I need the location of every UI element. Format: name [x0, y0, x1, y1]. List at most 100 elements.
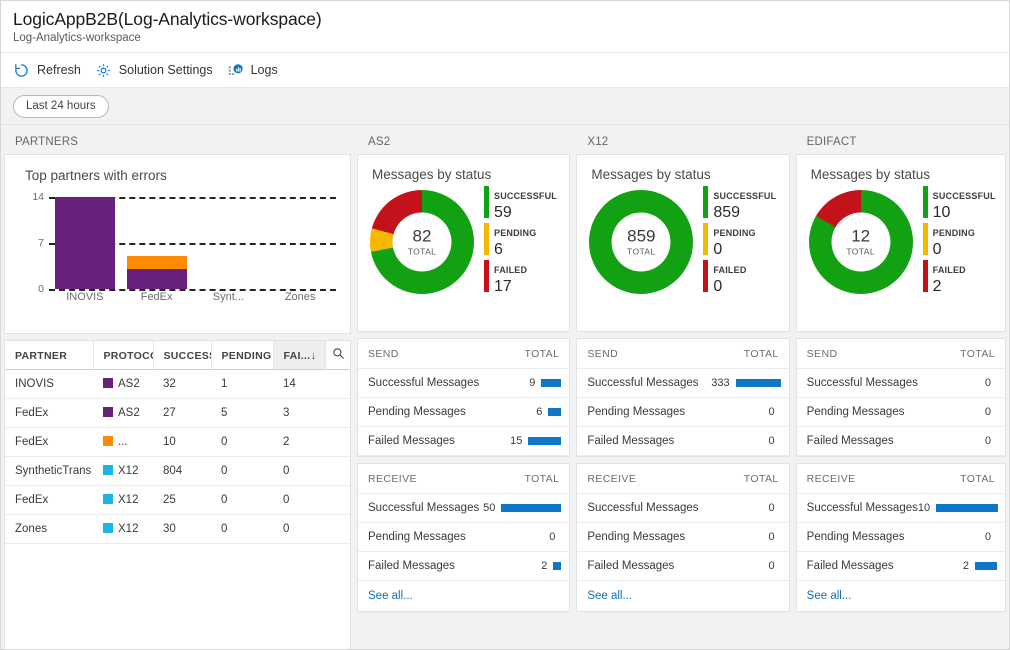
legend-value: 0: [713, 241, 723, 258]
legend-label: PENDING: [494, 228, 537, 238]
x-tick-label: FedEx: [140, 291, 173, 303]
y-axis: 14 7 0: [21, 191, 47, 295]
send-row[interactable]: Failed Messages 0: [577, 427, 789, 456]
metric-value: 0: [768, 406, 775, 418]
bar-slot: [193, 197, 265, 289]
send-row[interactable]: Pending Messages 0: [796, 398, 1005, 427]
cell-failed: 0: [273, 485, 325, 515]
metric-value: 0: [549, 531, 556, 543]
column-header-partner[interactable]: PARTNER: [5, 341, 94, 370]
solution-settings-button[interactable]: Solution Settings: [93, 53, 225, 87]
cell-spacer: [325, 369, 350, 399]
table-search-button[interactable]: [325, 341, 350, 370]
bar-segment-as2: [126, 269, 187, 289]
cell-partner: Zones: [5, 514, 93, 544]
cell-failed: 14: [273, 369, 325, 399]
legend-label: FAILED: [932, 265, 966, 275]
see-all-link[interactable]: See all...: [577, 581, 788, 611]
refresh-button[interactable]: Refresh: [11, 53, 93, 87]
metric-label: Pending Messages: [368, 531, 466, 543]
receive-header: RECEIVE TOTAL: [577, 464, 789, 494]
cell-protocol: X12: [93, 456, 153, 486]
x12-messages-by-status-chart[interactable]: Messages by status 859 TOTAL SUCCESSFUL 859 P…: [576, 154, 790, 332]
table-row[interactable]: FedEx... 10 0 2: [5, 427, 350, 457]
legend-color-bar: [703, 186, 709, 218]
cell-spacer: [325, 485, 350, 515]
metric-value: 0: [768, 531, 775, 543]
legend-color-bar: [922, 260, 928, 292]
send-row[interactable]: Failed Messages 15: [358, 427, 570, 456]
protocol-color-swatch: [103, 436, 113, 446]
as2-messages-by-status-chart[interactable]: Messages by status 82 TOTAL SUCCESSFUL 59 PEN…: [357, 154, 571, 332]
metric-label: Successful Messages: [806, 377, 918, 389]
cell-success: 804: [153, 456, 211, 486]
metric-value: 9: [529, 377, 536, 389]
donut-legend: SUCCESSFUL 10 PENDING 0 FAILED 2: [922, 186, 1005, 297]
table-row[interactable]: FedEx X12 25 0 0: [5, 485, 350, 515]
receive-row[interactable]: Successful Messages 0: [577, 494, 789, 523]
partners-table[interactable]: PARTNER PROTOCOL SUCCESS PENDING FAI...↓: [4, 340, 351, 649]
logs-label: Logs: [250, 63, 278, 77]
column-header-failed[interactable]: FAI... ↓: [273, 341, 326, 370]
x-tick-label: Zones: [284, 291, 316, 303]
receive-row[interactable]: Pending Messages 0: [796, 523, 1005, 552]
cell-protocol: AS2: [93, 369, 153, 399]
see-all-link[interactable]: See all...: [797, 581, 1005, 611]
receive-row[interactable]: Pending Messages 0: [358, 523, 570, 552]
cell-pending: 0: [211, 456, 273, 486]
command-toolbar: Refresh Solution Settings Logs: [1, 53, 1009, 88]
receive-row[interactable]: Failed Messages 2: [358, 552, 570, 581]
as2-column: AS2 Messages by status 82 TOTAL SUCCESSFUL 5…: [354, 127, 573, 649]
table-row[interactable]: INOVIS AS2 32 1 14: [5, 369, 350, 399]
column-header-protocol[interactable]: PROTOCOL: [93, 341, 154, 370]
top-partners-with-errors-chart[interactable]: Top partners with errors 14 7 0 INOVIS F…: [4, 154, 351, 334]
send-header: SEND TOTAL: [358, 339, 570, 369]
receive-row[interactable]: Failed Messages 0: [577, 552, 789, 581]
donut-title: Messages by status: [810, 167, 930, 182]
legend-value: 2: [932, 278, 942, 295]
legend-label: FAILED: [494, 265, 528, 275]
cell-protocol: ...: [93, 427, 153, 457]
donut-title: Messages by status: [372, 167, 492, 182]
receive-row[interactable]: Successful Messages 10: [796, 494, 1005, 523]
legend-value: 17: [494, 278, 512, 295]
receive-row[interactable]: Pending Messages 0: [577, 523, 789, 552]
receive-row[interactable]: Successful Messages 50: [358, 494, 570, 523]
send-row[interactable]: Successful Messages 0: [796, 369, 1005, 398]
send-row[interactable]: Pending Messages 6: [358, 398, 570, 427]
see-all-link[interactable]: See all...: [358, 581, 569, 611]
logs-button[interactable]: Logs: [225, 53, 290, 87]
send-row[interactable]: Successful Messages 333: [577, 369, 789, 398]
send-row[interactable]: Successful Messages 9: [358, 369, 570, 398]
column-header-pending[interactable]: PENDING: [211, 341, 274, 370]
metric-value: 6: [536, 406, 543, 418]
legend-row: SUCCESSFUL 59: [484, 186, 569, 222]
send-row[interactable]: Failed Messages 0: [796, 427, 1005, 456]
legend-color-bar: [922, 186, 928, 218]
table-row[interactable]: FedEx AS2 27 5 3: [5, 398, 350, 428]
protocol-color-swatch: [103, 523, 113, 533]
time-range-filter[interactable]: Last 24 hours: [13, 94, 109, 118]
metric-bar: [501, 504, 562, 512]
cell-protocol: X12: [93, 485, 153, 515]
receive-row[interactable]: Failed Messages 2: [796, 552, 1005, 581]
metric-bar: [975, 562, 997, 570]
table-row[interactable]: SyntheticTrans X12 804 0 0: [5, 456, 350, 486]
donut-legend: SUCCESSFUL 59 PENDING 6 FAILED 17: [484, 186, 569, 297]
column-header-success[interactable]: SUCCESS: [153, 341, 212, 370]
sort-desc-icon: ↓: [310, 349, 317, 362]
send-header: SEND TOTAL: [796, 339, 1005, 369]
legend-label: SUCCESSFUL: [494, 191, 558, 201]
table-row[interactable]: Zones X12 30 0 0: [5, 514, 350, 544]
cell-spacer: [325, 427, 350, 457]
metric-bar: [735, 379, 781, 387]
bar-segment-as2: [54, 197, 115, 289]
y-tick: 0: [38, 283, 44, 295]
edifact-messages-by-status-chart[interactable]: Messages by status 12 TOTAL SUCCESSFUL 10 PEN…: [795, 154, 1006, 332]
legend-row: FAILED 0: [703, 260, 788, 296]
donut-center: 859 TOTAL: [611, 212, 671, 271]
metric-label: Pending Messages: [587, 531, 686, 543]
legend-label: SUCCESSFUL: [713, 191, 777, 201]
donut-title: Messages by status: [591, 167, 711, 182]
send-row[interactable]: Pending Messages 0: [577, 398, 789, 427]
